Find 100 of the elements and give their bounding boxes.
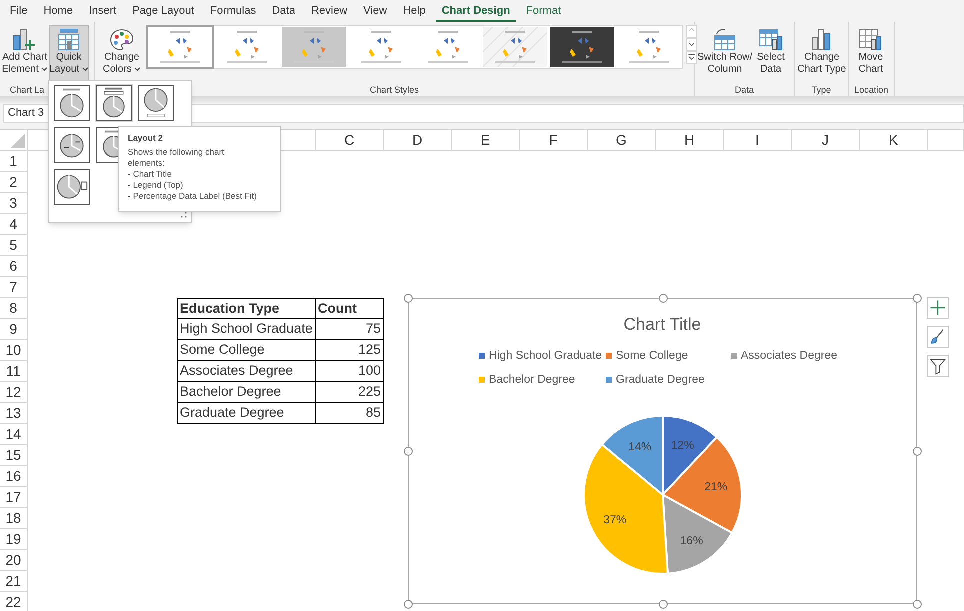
layout-option[interactable] bbox=[95, 84, 133, 122]
row-header[interactable]: 20 bbox=[0, 550, 28, 571]
row-header[interactable]: 3 bbox=[0, 193, 28, 214]
table-cell: High School Graduate bbox=[177, 319, 316, 340]
row-header[interactable]: 14 bbox=[0, 424, 28, 445]
legend-label: Some College bbox=[616, 348, 688, 364]
row-header[interactable]: 6 bbox=[0, 256, 28, 277]
table-cell: 225 bbox=[316, 382, 384, 403]
chart-style-thumbnail[interactable] bbox=[550, 27, 614, 67]
column-header[interactable]: F bbox=[520, 130, 588, 151]
ribbon-tab[interactable]: Review bbox=[305, 2, 354, 22]
ribbon-button[interactable]: Quick Layout bbox=[49, 25, 89, 83]
group-label: Data bbox=[734, 84, 754, 96]
table-cell: 100 bbox=[316, 361, 384, 382]
ribbon-tab[interactable]: Data bbox=[266, 2, 302, 22]
pie-slice[interactable] bbox=[600, 415, 664, 496]
chart-styles-button[interactable] bbox=[927, 326, 949, 348]
chart-filters-button[interactable] bbox=[927, 355, 949, 377]
row-header[interactable]: 15 bbox=[0, 445, 28, 466]
ribbon-tab[interactable]: Home bbox=[38, 2, 80, 22]
add-element-button[interactable] bbox=[927, 297, 949, 319]
scroll-down-icon[interactable] bbox=[686, 38, 697, 51]
tooltip-text: - Chart Title bbox=[128, 169, 173, 180]
row-header[interactable]: 12 bbox=[0, 382, 28, 403]
ribbon-button[interactable]: Select Data bbox=[754, 25, 788, 83]
palette-icon bbox=[108, 28, 135, 52]
ribbon-tab[interactable]: Insert bbox=[83, 2, 123, 22]
pie-layout-icon bbox=[54, 127, 90, 163]
layout-option[interactable] bbox=[53, 168, 91, 206]
tooltip-text: Shows the following chart bbox=[128, 147, 226, 158]
table-cell: 125 bbox=[316, 340, 384, 361]
resize-handle[interactable] bbox=[404, 600, 413, 609]
table-cell: Some College bbox=[177, 340, 316, 361]
row-header[interactable]: 4 bbox=[0, 214, 28, 235]
table-cell: Associates Degree bbox=[177, 361, 316, 382]
column-header[interactable]: C bbox=[316, 130, 384, 151]
row-header[interactable]: 8 bbox=[0, 298, 28, 319]
row-header[interactable]: 9 bbox=[0, 319, 28, 340]
layout-option[interactable] bbox=[53, 84, 91, 122]
ribbon-button[interactable]: Move Chart bbox=[852, 25, 890, 83]
group-label: Location bbox=[854, 84, 889, 96]
more-styles-icon[interactable] bbox=[686, 51, 697, 64]
row-header[interactable]: 17 bbox=[0, 487, 28, 508]
chart-style-thumbnail[interactable] bbox=[148, 27, 212, 67]
column-header[interactable]: H bbox=[656, 130, 724, 151]
layout-option[interactable] bbox=[137, 84, 175, 122]
resize-handle[interactable] bbox=[404, 294, 413, 303]
column-heading: Count bbox=[316, 298, 384, 319]
chart-style-thumbnail[interactable] bbox=[282, 27, 346, 67]
resize-grip-icon[interactable] bbox=[180, 211, 188, 219]
group-label: Chart La bbox=[10, 84, 45, 96]
resize-handle[interactable] bbox=[404, 447, 413, 456]
tooltip-text: - Percentage Data Label (Best Fit) bbox=[128, 191, 258, 202]
chart-style-thumbnail[interactable] bbox=[482, 27, 547, 67]
resize-handle[interactable] bbox=[913, 447, 922, 456]
chart-legend[interactable]: High School Graduate Some College Associates Degree Bachelor Degree Graduate Degree bbox=[479, 348, 839, 389]
ribbon-tab[interactable]: File bbox=[4, 2, 34, 22]
row-header[interactable]: 13 bbox=[0, 403, 28, 424]
resize-handle[interactable] bbox=[658, 294, 668, 303]
column-header[interactable]: G bbox=[588, 130, 656, 151]
ribbon-tab[interactable]: Help bbox=[397, 2, 432, 22]
layout-option[interactable] bbox=[53, 126, 91, 164]
ribbon-button[interactable]: Add Chart Element bbox=[3, 25, 47, 83]
ribbon-button[interactable]: Switch Row/ Column bbox=[698, 25, 752, 83]
legend-label: Bachelor Degree bbox=[489, 372, 576, 388]
resize-handle[interactable] bbox=[913, 600, 922, 609]
pie-layout-icon bbox=[54, 169, 90, 205]
row-header[interactable]: 5 bbox=[0, 235, 28, 256]
row-header[interactable]: 18 bbox=[0, 508, 28, 529]
row-header[interactable]: 21 bbox=[0, 571, 28, 592]
column-header[interactable]: K bbox=[860, 130, 928, 151]
tooltip-title: Layout 2 bbox=[128, 132, 164, 144]
column-header[interactable]: E bbox=[452, 130, 520, 151]
table-cell: 75 bbox=[316, 319, 384, 340]
row-header[interactable]: 16 bbox=[0, 466, 28, 487]
table-arrows-icon bbox=[712, 28, 738, 52]
pie-layout-icon bbox=[96, 85, 132, 121]
row-header[interactable]: 2 bbox=[0, 172, 28, 193]
data-label: 14% bbox=[628, 441, 652, 454]
pie-slice[interactable] bbox=[662, 494, 733, 575]
resize-handle[interactable] bbox=[913, 294, 922, 303]
ribbon-button[interactable]: Change Chart Type bbox=[798, 25, 846, 83]
table-chart-icon bbox=[758, 28, 784, 52]
tooltip-text: elements: bbox=[128, 158, 166, 169]
pie-slice[interactable] bbox=[582, 444, 668, 575]
row-header[interactable]: 19 bbox=[0, 529, 28, 550]
chart-area[interactable]: Chart Title High School Graduate Some College Associates Degree Bachelor Degree Graduate Degree 12% 21% 16% 37% 14% bbox=[408, 298, 917, 604]
row-header[interactable]: 10 bbox=[0, 340, 28, 361]
ribbon-tab[interactable]: Formulas bbox=[204, 2, 262, 22]
ribbon-tab[interactable]: View bbox=[358, 2, 394, 22]
row-header[interactable]: 1 bbox=[0, 151, 28, 172]
column-header[interactable]: J bbox=[792, 130, 860, 151]
pie-slice[interactable] bbox=[662, 436, 742, 534]
ribbon-tab[interactable]: Page Layout bbox=[126, 2, 200, 22]
chart-title[interactable]: Chart Title bbox=[624, 312, 702, 338]
column-header[interactable]: D bbox=[384, 130, 452, 151]
row-header[interactable]: 11 bbox=[0, 361, 28, 382]
row-header[interactable]: 7 bbox=[0, 277, 28, 298]
ribbon-tab[interactable]: Format bbox=[520, 2, 568, 22]
column-header[interactable]: I bbox=[724, 130, 792, 151]
